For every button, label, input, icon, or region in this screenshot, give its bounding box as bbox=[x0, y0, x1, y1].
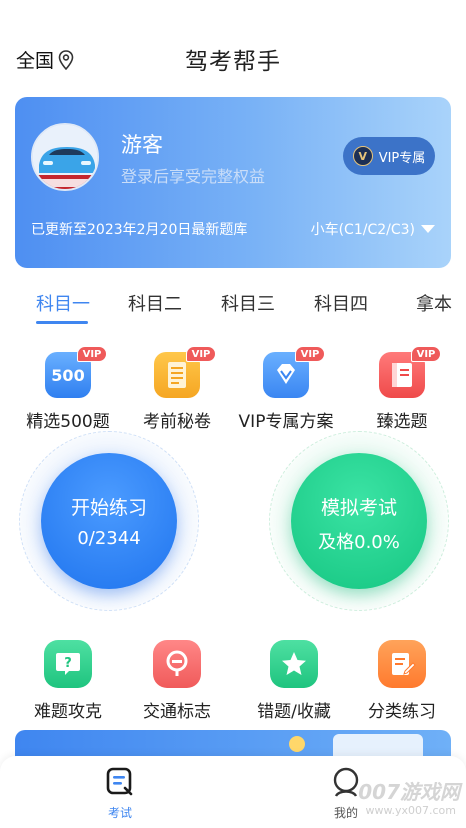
user-name: 游客 bbox=[121, 133, 163, 157]
feature-label: 精选500题 bbox=[26, 412, 110, 432]
practice-progress: 0/2344 bbox=[77, 528, 141, 549]
active-tab-indicator bbox=[36, 321, 88, 324]
login-hint[interactable]: 登录后享受完整权益 bbox=[121, 163, 265, 187]
feature-exam-secret-paper[interactable]: VIP 考前秘卷 bbox=[119, 346, 235, 432]
feature-category-practice[interactable]: 分类练习 bbox=[344, 640, 460, 722]
car-type-label: 小车(C1/C2/C3) bbox=[310, 222, 415, 238]
vip-badge: VIP bbox=[411, 346, 441, 362]
500-icon: 500 VIP bbox=[45, 346, 107, 398]
update-status: 已更新至2023年2月20日最新题库 bbox=[31, 222, 248, 238]
vip-button[interactable]: V VIP专属 bbox=[343, 137, 435, 175]
mock-exam-button[interactable]: 模拟考试 及格0.0% bbox=[291, 453, 427, 589]
tab-subject-two[interactable]: 科目二 bbox=[128, 290, 182, 316]
document-icon: VIP bbox=[154, 346, 216, 398]
feature-wrong-favorites[interactable]: 错题/收藏 bbox=[236, 640, 352, 722]
avatar[interactable] bbox=[31, 123, 99, 191]
feature-traffic-signs[interactable]: 交通标志 bbox=[119, 640, 235, 722]
app-screen: 全国 驾考帮手 游客 登录后享受完整权益 V VIP专属 已更新至2023年2月… bbox=[0, 0, 466, 828]
star-icon bbox=[270, 640, 318, 688]
tab-get-license[interactable]: 拿本 bbox=[416, 290, 452, 316]
vip-coin-icon: V bbox=[352, 146, 373, 166]
nav-exam-label: 考试 bbox=[107, 806, 132, 820]
header: 全国 驾考帮手 bbox=[0, 38, 466, 82]
watermark-brand: 007游戏网 bbox=[358, 780, 460, 804]
feature-label: 臻选题 bbox=[376, 412, 428, 432]
tab-subject-one[interactable]: 科目一 bbox=[36, 290, 90, 316]
tab-subject-four[interactable]: 科目四 bbox=[314, 290, 368, 316]
feature-label: 交通标志 bbox=[143, 702, 211, 722]
feature-label: VIP专属方案 bbox=[238, 412, 334, 432]
question-icon: ? bbox=[44, 640, 92, 688]
feature-label: 错题/收藏 bbox=[257, 702, 331, 722]
feature-label: 考前秘卷 bbox=[143, 412, 211, 432]
page-title: 驾考帮手 bbox=[185, 49, 281, 75]
vip-badge: VIP bbox=[77, 346, 107, 362]
start-practice-button[interactable]: 开始练习 0/2344 bbox=[41, 453, 177, 589]
feature-selected-questions[interactable]: VIP 臻选题 bbox=[344, 346, 460, 432]
feature-hard-questions[interactable]: ? 难题攻克 bbox=[10, 640, 126, 722]
vip-badge: VIP bbox=[295, 346, 325, 362]
dropdown-triangle-icon bbox=[421, 225, 435, 233]
diamond-icon: VIP bbox=[263, 346, 325, 398]
edit-icon bbox=[378, 640, 426, 688]
mock-exam-label: 模拟考试 bbox=[320, 497, 397, 519]
exam-nav-icon bbox=[106, 767, 133, 796]
user-card[interactable]: 游客 登录后享受完整权益 V VIP专属 已更新至2023年2月20日最新题库 … bbox=[15, 97, 451, 268]
tab-subject-three[interactable]: 科目三 bbox=[221, 290, 275, 316]
car-type-selector[interactable]: 小车(C1/C2/C3) bbox=[311, 219, 435, 239]
vip-badge: VIP bbox=[186, 346, 216, 362]
car-avatar-icon bbox=[33, 125, 97, 189]
traffic-sign-icon bbox=[153, 640, 201, 688]
subject-tabs: 科目一 科目二 科目三 科目四 拿本 bbox=[0, 290, 466, 326]
pass-rate: 及格0.0% bbox=[318, 532, 400, 553]
feature-label: 分类练习 bbox=[368, 702, 436, 722]
profile-nav-icon bbox=[333, 767, 359, 797]
feature-label: 难题攻克 bbox=[34, 702, 102, 722]
svg-text:?: ? bbox=[64, 656, 72, 671]
nav-exam[interactable]: 考试 bbox=[90, 766, 150, 821]
coin-icon bbox=[289, 736, 305, 752]
book-icon: VIP bbox=[379, 346, 441, 398]
watermark-url: www.yx007.com bbox=[365, 804, 456, 817]
feature-vip-plan[interactable]: VIP VIP专属方案 bbox=[228, 346, 344, 432]
feature-500-questions[interactable]: 500 VIP 精选500题 bbox=[10, 346, 126, 432]
start-practice-label: 开始练习 bbox=[70, 497, 147, 519]
vip-button-label: VIP专属 bbox=[378, 150, 426, 166]
